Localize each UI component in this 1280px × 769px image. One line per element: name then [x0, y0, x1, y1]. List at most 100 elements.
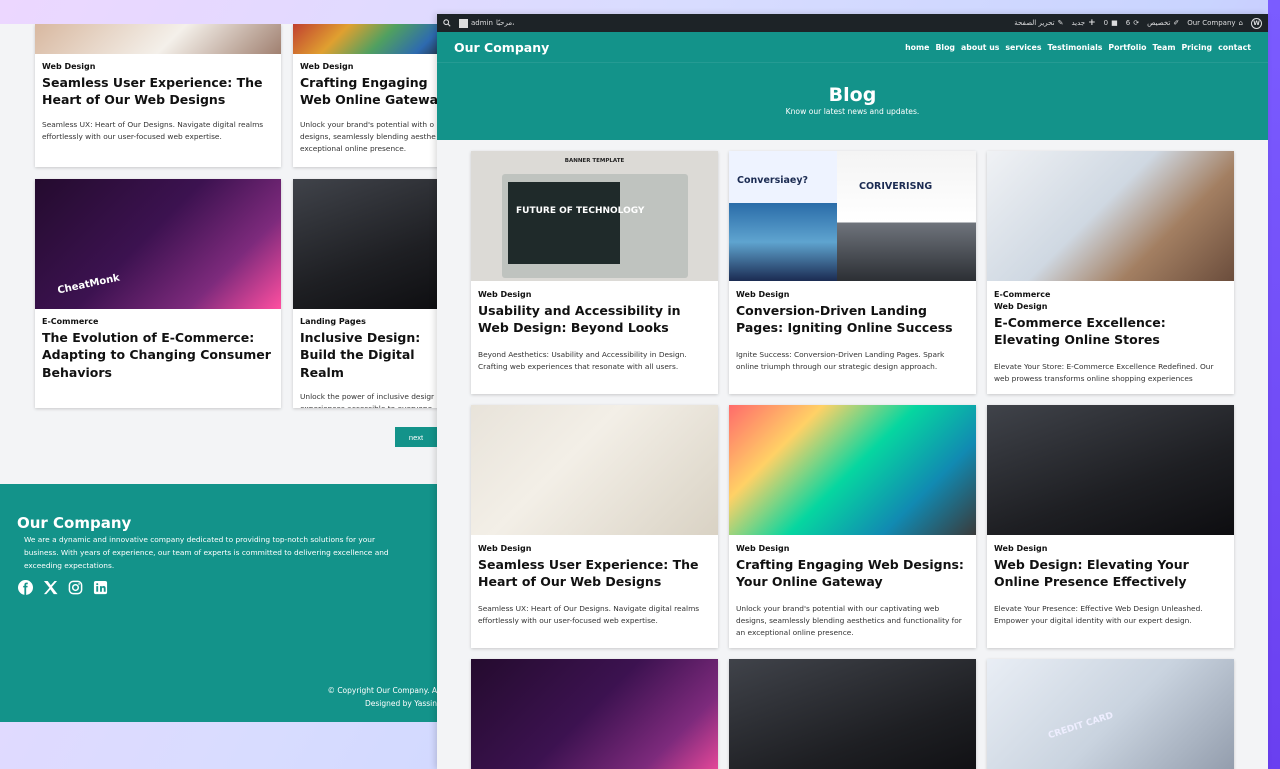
- nav-portfolio[interactable]: Portfolio: [1108, 43, 1146, 52]
- post-image: [729, 659, 976, 769]
- post-excerpt: Ignite Success: Conversion-Driven Landin…: [736, 349, 945, 371]
- post-card[interactable]: BANNER TEMPLATE FUTURE OF TECHNOLOGY Web…: [471, 151, 718, 394]
- post-card[interactable]: Web Design Seamless User Experience: The…: [471, 405, 718, 648]
- post-title[interactable]: Usability and Accessibility in Web Desig…: [478, 302, 711, 337]
- edit-page-link[interactable]: تحرير الصفحة ✎: [1014, 19, 1063, 27]
- post-image: [471, 405, 718, 535]
- post-card[interactable]: Web Design Crafting Engaging Web Designs…: [729, 405, 976, 648]
- post-image: [293, 24, 437, 54]
- next-page-button[interactable]: next: [395, 427, 437, 447]
- post-title[interactable]: The Evolution of E-Commerce: Adapting to…: [42, 329, 274, 381]
- customize-label: تخصيص: [1147, 19, 1171, 27]
- background-page: Web Design Seamless User Experience: The…: [0, 24, 437, 722]
- window-edge: [1268, 0, 1280, 769]
- post-card[interactable]: CREDIT CARD: [987, 659, 1234, 769]
- post-title[interactable]: Conversion-Driven Landing Pages: Ignitin…: [736, 302, 969, 337]
- search-icon[interactable]: [443, 19, 451, 27]
- post-category: E-Commerce: [42, 317, 99, 326]
- page-title: Blog: [828, 84, 877, 106]
- post-category[interactable]: Web Design: [478, 290, 711, 299]
- linkedin-icon[interactable]: [92, 579, 108, 595]
- post-title[interactable]: Crafting Engaging Web Designs: Your Onli…: [736, 556, 969, 591]
- comments-count: 0: [1103, 19, 1109, 27]
- wordpress-logo-icon[interactable]: W: [1251, 17, 1262, 29]
- admin-username: admin: [471, 19, 493, 27]
- social-links: [17, 579, 108, 595]
- post-title[interactable]: Seamless User Experience: The Heart of O…: [478, 556, 711, 591]
- post-card[interactable]: Landing Pages Inclusive Design: Build th…: [293, 179, 437, 408]
- nav-team[interactable]: Team: [1152, 43, 1175, 52]
- post-image: Conversiaey? CORIVERISNG: [729, 151, 976, 281]
- refresh-icon: ⟳: [1133, 19, 1140, 27]
- post-category: Web Design: [300, 62, 354, 71]
- post-excerpt: Seamless UX: Heart of Our Designs. Navig…: [478, 603, 700, 625]
- new-content-menu[interactable]: جديد +: [1071, 18, 1095, 28]
- post-excerpt: Elevate Your Presence: Effective Web Des…: [994, 603, 1203, 625]
- post-card[interactable]: [471, 659, 718, 769]
- post-image: BANNER TEMPLATE FUTURE OF TECHNOLOGY: [471, 151, 718, 281]
- post-title[interactable]: E-Commerce Excellence: Elevating Online …: [994, 314, 1227, 349]
- comments-link[interactable]: 0 ■: [1104, 19, 1118, 27]
- updates-link[interactable]: 6 ⟳: [1126, 19, 1139, 27]
- site-name: Our Company: [1187, 19, 1236, 27]
- post-category[interactable]: Web Design: [478, 544, 711, 553]
- account-menu[interactable]: admin مرحبًا،: [459, 18, 514, 28]
- nav-pricing[interactable]: Pricing: [1181, 43, 1212, 52]
- page-hero: Blog Know our latest news and updates.: [437, 62, 1268, 140]
- pencil-icon: ✎: [1057, 19, 1064, 27]
- page-subtitle: Know our latest news and updates.: [785, 106, 920, 116]
- post-excerpt: Beyond Aesthetics: Usability and Accessi…: [478, 349, 687, 371]
- blog-page-window: admin مرحبًا، تحرير الصفحة ✎ جديد + 0 ■ …: [437, 14, 1268, 769]
- post-title[interactable]: Seamless User Experience: The Heart of O…: [42, 74, 274, 109]
- site-navbar: Our Company home Blog about us services …: [437, 32, 1268, 62]
- post-card[interactable]: Web Design Seamless User Experience: The…: [35, 24, 281, 167]
- nav-about[interactable]: about us: [961, 43, 999, 52]
- post-card[interactable]: Web Design Web Design: Elevating Your On…: [987, 405, 1234, 648]
- post-category[interactable]: Web Design: [994, 544, 1227, 553]
- image-text: Conversiaey?: [737, 175, 809, 186]
- post-image: [987, 151, 1234, 281]
- post-category[interactable]: E-Commerce: [994, 290, 1227, 299]
- post-excerpt: Unlock your brand's potential with o des…: [300, 119, 437, 153]
- footer-description: We are a dynamic and innovative company …: [24, 535, 389, 570]
- image-text: FUTURE OF TECHNOLOGY: [516, 206, 645, 216]
- post-card[interactable]: [729, 659, 976, 769]
- post-image: CREDIT CARD: [987, 659, 1234, 769]
- post-image: [35, 24, 281, 54]
- edit-page-label: تحرير الصفحة: [1014, 19, 1055, 27]
- site-name-link[interactable]: Our Company ⌂: [1187, 19, 1243, 27]
- post-category[interactable]: Web Design: [994, 302, 1227, 311]
- plus-icon: +: [1088, 18, 1096, 28]
- post-card[interactable]: Conversiaey? CORIVERISNG Web Design Conv…: [729, 151, 976, 394]
- nav-home[interactable]: home: [905, 43, 929, 52]
- post-card[interactable]: E-Commerce Web Design E-Commerce Excelle…: [987, 151, 1234, 394]
- new-label: جديد: [1071, 19, 1086, 27]
- post-image: [293, 179, 437, 309]
- post-category: Web Design: [42, 62, 96, 71]
- nav-blog[interactable]: Blog: [935, 43, 955, 52]
- brush-icon: ✐: [1173, 19, 1180, 27]
- image-text: BANNER TEMPLATE: [564, 158, 625, 164]
- x-twitter-icon[interactable]: [42, 579, 58, 595]
- nav-services[interactable]: services: [1005, 43, 1041, 52]
- facebook-icon[interactable]: [17, 579, 33, 595]
- footer-copyright: © Copyright Our Company. A: [327, 686, 437, 695]
- comment-icon: ■: [1111, 19, 1118, 27]
- post-title[interactable]: Web Design: Elevating Your Online Presen…: [994, 556, 1227, 591]
- post-title[interactable]: Inclusive Design: Build the Digital Real…: [300, 329, 437, 381]
- customize-link[interactable]: تخصيص ✐: [1147, 19, 1179, 27]
- post-excerpt: Elevate Your Store: E-Commerce Excellenc…: [994, 361, 1214, 383]
- instagram-icon[interactable]: [67, 579, 83, 595]
- post-excerpt: Unlock your brand's potential with our c…: [736, 603, 962, 637]
- post-card[interactable]: Web Design Crafting Engaging Web Online …: [293, 24, 437, 167]
- post-card[interactable]: CheatMonk E-Commerce The Evolution of E-…: [35, 179, 281, 408]
- post-category[interactable]: Web Design: [736, 544, 969, 553]
- post-image: [729, 405, 976, 535]
- post-title[interactable]: Crafting Engaging Web Online Gateway: [300, 74, 437, 109]
- post-category[interactable]: Web Design: [736, 290, 969, 299]
- nav-contact[interactable]: contact: [1218, 43, 1251, 52]
- site-brand[interactable]: Our Company: [454, 40, 549, 55]
- admin-bar: admin مرحبًا، تحرير الصفحة ✎ جديد + 0 ■ …: [437, 14, 1268, 32]
- post-image: [987, 405, 1234, 535]
- nav-testimonials[interactable]: Testimonials: [1048, 43, 1103, 52]
